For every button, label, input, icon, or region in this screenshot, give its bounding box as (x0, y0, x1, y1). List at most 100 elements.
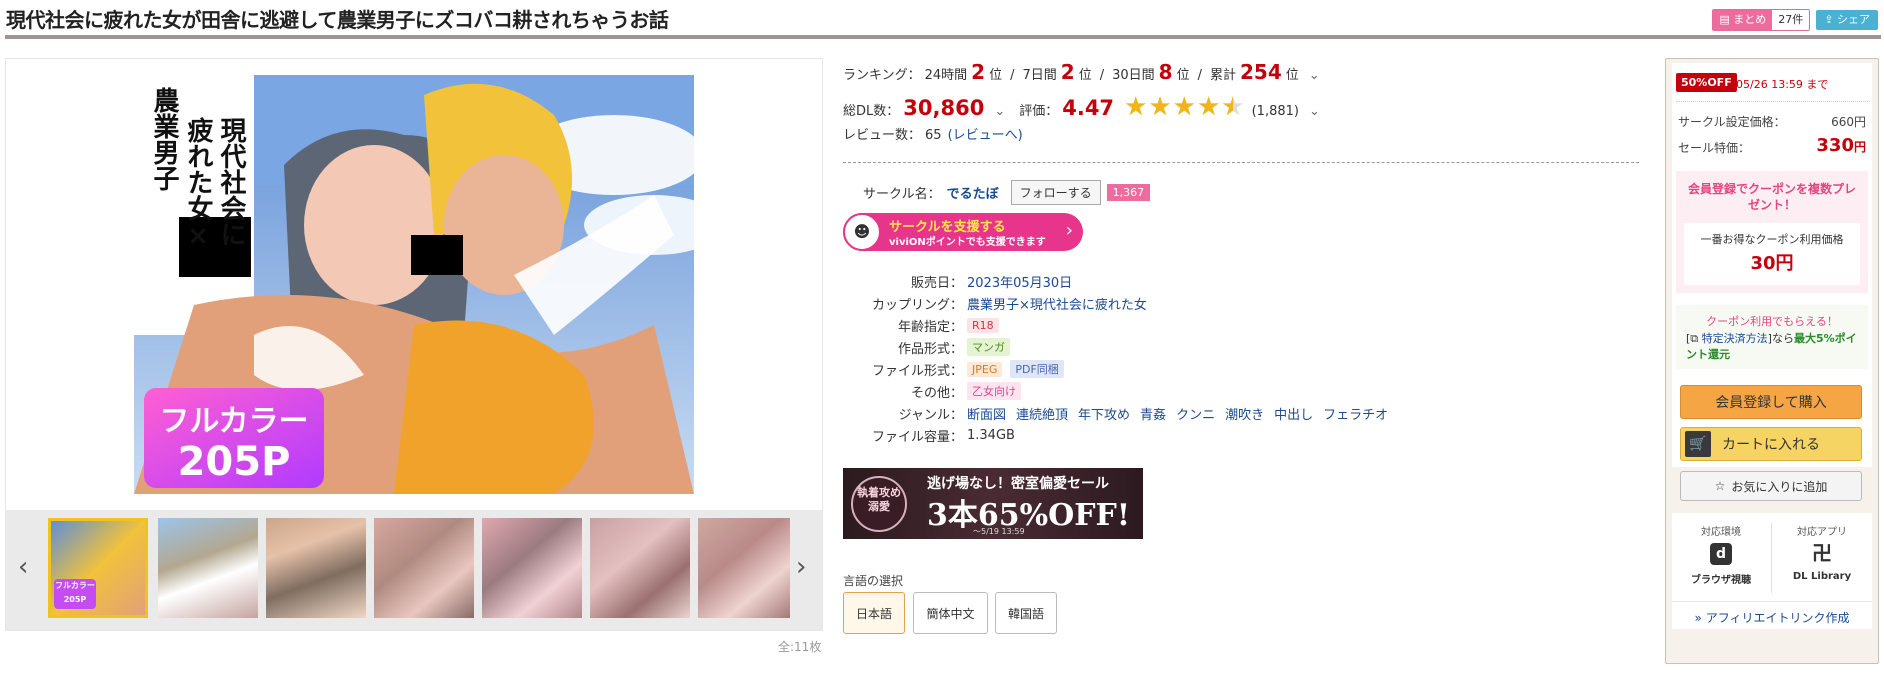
thumbnail-1[interactable]: フルカラー 205P (48, 518, 148, 618)
env-label: 対応環境 (1701, 527, 1741, 538)
thumbnail-4[interactable] (374, 518, 474, 618)
purchase-panel: 50%OFF 05/26 13:59 まで サークル設定価格： 660円 セール… (1665, 58, 1879, 664)
double-chevron-icon: » (1694, 611, 1702, 625)
support-subtitle: viviONポイントでも支援できます (889, 237, 1046, 248)
file-size-value: 1.34GB (967, 427, 1015, 443)
regular-price-label: サークル設定価格： (1678, 115, 1786, 129)
genre-link[interactable]: フェラチオ (1323, 404, 1388, 423)
rating-label: 評価： (1019, 104, 1059, 119)
star-outline-icon: ☆ (1714, 479, 1726, 493)
cart-icon: 🛒 (1685, 431, 1711, 457)
cover-title-line1: 現代社会に (216, 117, 247, 247)
file-size-label: ファイル容量： (871, 429, 963, 445)
payment-link[interactable]: 特定決済方法 (1702, 332, 1768, 345)
cart-button[interactable]: 🛒 カートに入れる (1680, 427, 1862, 461)
coupon-title: 会員登録でクーポンを複数プレゼント！ (1687, 182, 1856, 212)
type-label: 作品形式： (897, 341, 963, 357)
follow-button[interactable]: フォローする (1010, 180, 1101, 205)
external-link-icon: ⧉ (1690, 332, 1699, 345)
genre-link[interactable]: 中出し (1274, 404, 1313, 423)
other-label: その他： (910, 385, 963, 401)
ranking-unit: 位 (1176, 68, 1190, 83)
circle-name-link[interactable]: でるたぼ (947, 183, 999, 202)
dl-chevron-icon[interactable]: ⌄ (994, 104, 1005, 119)
dl-count: 30,860 (903, 96, 985, 120)
genre-link[interactable]: 青姦 (1140, 404, 1166, 423)
genre-link[interactable]: クンニ (1176, 404, 1215, 423)
next-arrow-icon[interactable]: › (796, 552, 806, 582)
ranking-30d-label: 30日間 (1112, 68, 1155, 83)
share-icon: ⇪ (1824, 13, 1837, 26)
genre-link[interactable]: 潮吹き (1225, 404, 1264, 423)
product-gallery: . 現代社会に 疲れた女× 農業男子 フルカラー 205P ‹ › フルカラー … (5, 58, 823, 631)
file-format-tag-pdf[interactable]: PDF同梱 (1010, 360, 1064, 378)
prev-arrow-icon[interactable]: ‹ (18, 552, 28, 582)
language-option-japanese[interactable]: 日本語 (843, 592, 905, 634)
title-divider (5, 35, 1881, 39)
cover-badge-pages: 205P (178, 439, 291, 485)
dl-library-icon: 卍 (1812, 541, 1832, 565)
coupon-note: クーポン利用でもらえる！ (1706, 315, 1838, 328)
age-tag[interactable]: R18 (967, 317, 999, 333)
thumbnail-7[interactable] (698, 518, 790, 618)
ranking-label: ランキング： (843, 68, 921, 83)
type-tag[interactable]: マンガ (967, 338, 1010, 356)
language-label: 言語の選択 (843, 574, 904, 588)
thumbnail-strip: ‹ › フルカラー 205P (6, 510, 822, 630)
ranking-30d-value: 8 (1158, 60, 1173, 84)
ranking-24h-label: 24時間 (924, 68, 968, 83)
genre-label: ジャンル： (898, 407, 963, 423)
coupling-link[interactable]: 農業男子×現代社会に疲れた女 (967, 294, 1147, 313)
coupon-box[interactable]: 会員登録でクーポンを複数プレゼント！ 一番お得なクーポン利用価格 30円 (1676, 171, 1868, 293)
rating-chevron-icon[interactable]: ⌄ (1309, 104, 1320, 119)
circle-label: サークル名： (863, 187, 941, 202)
cover-title-line3: 農業男子 (149, 87, 179, 191)
ranking-unit: 位 (1285, 68, 1299, 83)
page-title: 現代社会に疲れた女が田舎に逃避して農業男子にズコバコ耕されちゃうお話 (6, 8, 669, 32)
matome-button[interactable]: ▤ まとめ 27件 (1712, 9, 1811, 31)
support-circle-button[interactable]: ☻ サークルを支援する viviONポイントでも支援できます › (843, 213, 1083, 251)
genre-link[interactable]: 連続絶頂 (1016, 404, 1068, 423)
review-label: レビュー数： (843, 128, 922, 143)
banner-badge: 執着攻め溺愛 (851, 476, 907, 532)
other-tag[interactable]: 乙女向け (967, 382, 1021, 400)
image-count: 全:11枚 (778, 640, 822, 654)
favorite-label: お気に入りに追加 (1731, 479, 1828, 494)
ranking-7d-value: 2 (1060, 60, 1075, 84)
thumbnail-6[interactable] (590, 518, 690, 618)
env-name: ブラウザ視聴 (1691, 575, 1751, 586)
share-button[interactable]: ⇪ シェア (1816, 10, 1878, 30)
language-option-korean[interactable]: 韓国語 (995, 592, 1057, 634)
file-format-tag-jpeg[interactable]: JPEG (967, 361, 1003, 377)
cart-label: カートに入れる (1722, 437, 1820, 453)
review-link[interactable]: (レビューへ) (948, 124, 1023, 143)
cover-badge-fullcolor: フルカラー (159, 404, 308, 439)
release-date-label: 販売日： (910, 275, 963, 291)
affiliate-link[interactable]: » アフィリエイトリンク作成 (1672, 609, 1872, 626)
compat-box: 対応環境 d ブラウザ視聴 対応アプリ 卍 DL Library » アフィリエ… (1672, 513, 1872, 629)
support-mascot-icon: ☻ (843, 213, 881, 251)
ranking-24h-value: 2 (971, 60, 986, 84)
buy-button[interactable]: 会員登録して購入 (1680, 385, 1862, 419)
release-date-link[interactable]: 2023年05月30日 (967, 272, 1072, 291)
language-option-chinese[interactable]: 簡体中文 (913, 592, 988, 634)
ranking-total-label: 累計 (1209, 68, 1236, 83)
sale-banner[interactable]: 執着攻め溺愛 逃げ場なし！密室偏愛セール 3本65%OFF! ～5/19 13:… (843, 468, 1143, 539)
coupon-subtitle: 一番お得なクーポン利用価格 (1700, 233, 1844, 246)
rating-stars: ★★★★★ ★★★★★ (1124, 92, 1246, 122)
thumbnail-5[interactable] (482, 518, 582, 618)
rating-count: (1,881) (1251, 104, 1299, 119)
ranking-chevron-icon[interactable]: ⌄ (1309, 68, 1320, 83)
app-name: DL Library (1792, 571, 1852, 582)
genre-link[interactable]: 年下攻め (1078, 404, 1130, 423)
main-cover-image[interactable]: . 現代社会に 疲れた女× 農業男子 フルカラー 205P (134, 75, 694, 494)
ranking-unit: 位 (989, 68, 1003, 83)
thumb-badge: フルカラー 205P (54, 579, 96, 609)
thumbnail-2[interactable] (158, 518, 258, 618)
favorite-button[interactable]: ☆ お気に入りに追加 (1680, 471, 1862, 501)
banner-date: ～5/19 13:59 (973, 527, 1025, 536)
list-icon: ▤ (1719, 13, 1734, 26)
genre-link[interactable]: 断面図 (967, 404, 1006, 423)
thumbnail-3[interactable] (266, 518, 366, 618)
age-label: 年齢指定： (897, 319, 963, 335)
